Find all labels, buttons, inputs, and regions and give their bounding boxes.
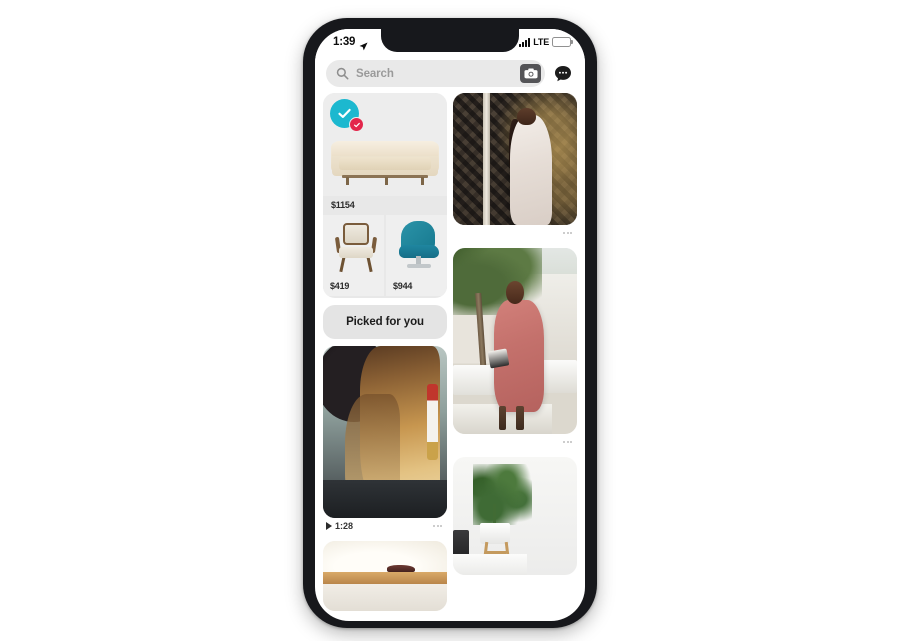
pin-hair-video[interactable]: 1:28 [323,346,447,534]
feed-column-left: $1154 $419 $944 Picked for you 1:28 [323,93,447,621]
pin-footer [453,434,577,450]
pin-rose-dress[interactable] [453,248,577,450]
search-input[interactable]: Search [326,60,545,87]
pin-wood-shelf[interactable] [323,541,447,611]
location-arrow-icon [359,38,368,50]
camera-icon[interactable] [520,64,541,83]
armchair-price: $419 [330,281,350,291]
network-label: LTE [533,37,549,47]
pin-image[interactable] [453,93,577,225]
shelf-photo [323,541,447,611]
sofa-price: $1154 [331,200,355,210]
pin-image[interactable] [323,541,447,611]
shopping-item-pair: $419 $944 [323,215,447,296]
swivel-chair-illustration [386,215,447,277]
status-bar-right: LTE [519,37,573,47]
pin-feed[interactable]: $1154 $419 $944 Picked for you 1:28 [315,93,585,621]
ellipsis-icon[interactable] [563,232,574,234]
armchair-illustration [323,215,384,277]
pin-footer [453,225,577,241]
feed-column-right [453,93,577,621]
pin-palm-plant[interactable] [453,457,577,575]
play-icon [326,522,332,530]
cellular-signal-icon [519,37,531,47]
pin-image[interactable] [453,248,577,434]
phone-frame: 1:39 LTE Search $1154 $419 $944 Picked f… [303,18,597,628]
rose-dress-photo [453,248,577,434]
ellipsis-icon[interactable] [563,441,574,443]
chat-bubble-icon[interactable] [552,63,574,85]
phone-notch [381,29,519,52]
armchair-product[interactable]: $419 [323,215,384,296]
pin-image[interactable] [323,346,447,518]
search-header: Search [315,55,585,93]
search-icon [336,67,349,80]
sofa-price-row: $1154 [323,196,447,215]
status-time: 1:39 [333,36,356,48]
pin-footer: 1:28 [323,518,447,534]
hair-photo [323,346,447,518]
picked-for-you-label: Picked for you [346,316,424,328]
status-bar-left: 1:39 [333,36,368,50]
verified-check-icon [349,117,364,132]
search-placeholder: Search [356,67,394,80]
swivel-chair-product[interactable]: $944 [386,215,447,296]
swivel-chair-price: $944 [393,281,413,291]
palm-plant-photo [453,457,577,575]
battery-icon [552,37,573,47]
pin-image[interactable] [453,457,577,575]
pin-lace-gown[interactable] [453,93,577,241]
lace-gown-photo [453,93,577,225]
video-duration-badge: 1:28 [326,521,353,531]
sofa-product[interactable] [323,93,447,196]
ellipsis-icon[interactable] [433,525,444,527]
picked-for-you-banner[interactable]: Picked for you [323,305,447,339]
phone-screen: 1:39 LTE Search $1154 $419 $944 Picked f… [315,29,585,621]
sofa-illustration [331,135,439,187]
video-duration: 1:28 [335,521,354,531]
shopping-module[interactable]: $1154 $419 $944 [323,93,447,298]
